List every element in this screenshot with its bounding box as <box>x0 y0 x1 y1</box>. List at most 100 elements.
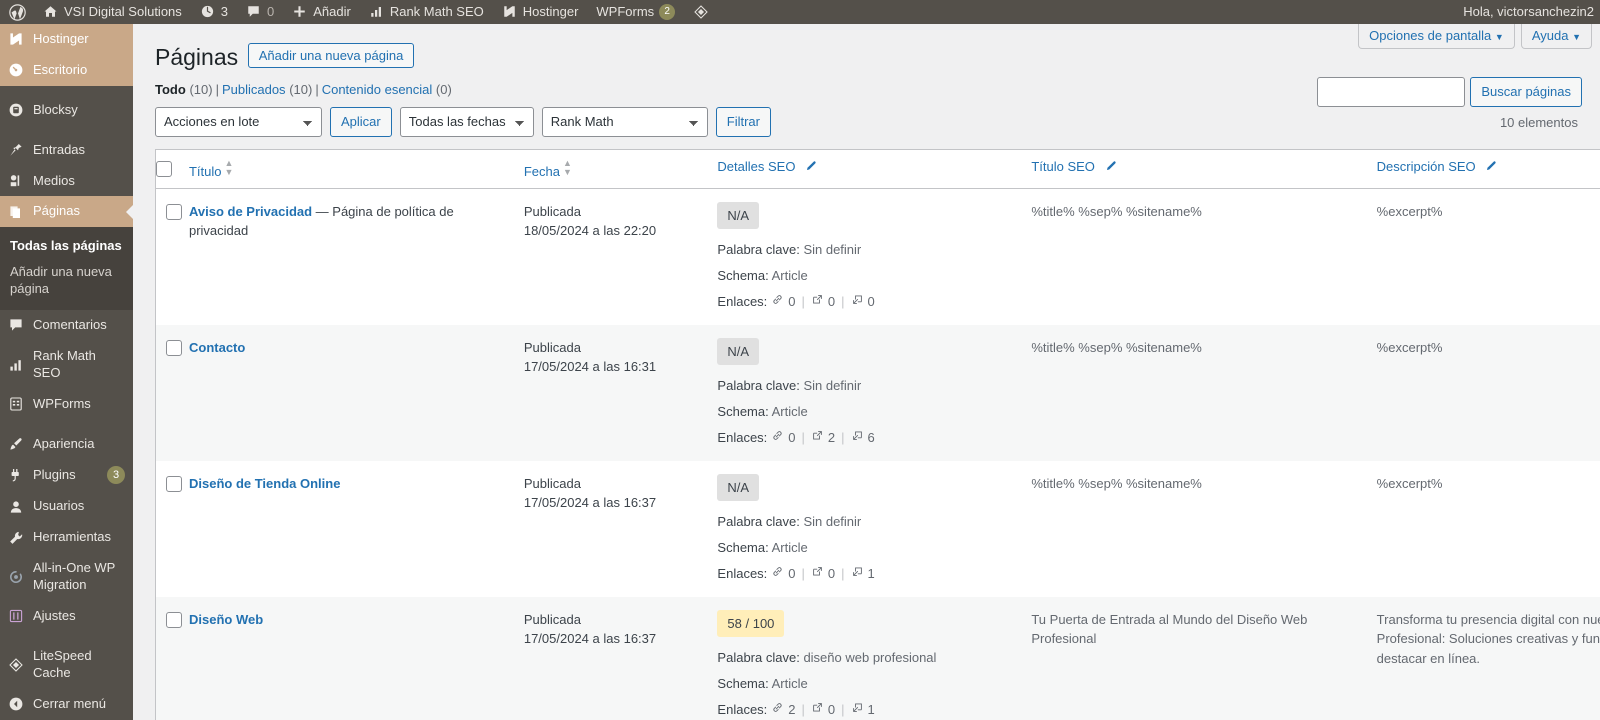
incoming-links-count: 1 <box>867 566 875 582</box>
page-title-link[interactable]: Diseño de Tienda Online <box>189 476 340 491</box>
menu-separator <box>0 126 133 135</box>
sidebar-item-cerrar-menu[interactable]: Cerrar menú <box>0 689 133 720</box>
add-new-page-button[interactable]: Añadir una nueva página <box>247 43 415 68</box>
row-checkbox[interactable] <box>166 203 182 220</box>
external-links-count: 0 <box>827 294 836 310</box>
new-content-menu[interactable]: Añadir <box>283 0 360 24</box>
sidebar-subitem-todas-las-paginas[interactable]: Todas las páginas <box>0 233 133 259</box>
page-title-link[interactable]: Aviso de Privacidad <box>189 204 312 219</box>
sidebar-item-wpforms[interactable]: WPForms <box>0 389 133 420</box>
my-account-menu[interactable]: Hola, victorsanchezin2 <box>1454 0 1600 24</box>
pencil-icon[interactable] <box>1104 160 1117 176</box>
sidebar-item-label: Herramientas <box>33 529 112 545</box>
updates-menu[interactable]: 3 <box>191 0 237 24</box>
help-button[interactable]: Ayuda ▼ <box>1520 24 1592 49</box>
row-checkbox[interactable] <box>166 339 182 356</box>
sidebar-item-hostinger[interactable]: Hostinger <box>0 24 133 55</box>
bulk-actions-select[interactable]: Acciones en lote <box>155 106 322 137</box>
sidebar-item-label: LiteSpeed Cache <box>33 647 92 680</box>
seo-score-badge: 58 / 100 <box>717 609 785 638</box>
wpforms-label: WPForms <box>596 4 655 19</box>
screen-options-button[interactable]: Opciones de pantalla ▼ <box>1358 24 1515 49</box>
wpforms-menu[interactable]: WPForms 2 <box>587 0 684 24</box>
table-row: Aviso de Privacidad — Página de política… <box>155 188 1600 325</box>
sidebar-item-litespeed-cache[interactable]: LiteSpeed Cache <box>0 641 133 689</box>
apply-button[interactable]: Aplicar <box>330 106 392 137</box>
sidebar-item-medios[interactable]: Medios <box>0 166 133 197</box>
sidebar-item-usuarios[interactable]: Usuarios <box>0 491 133 522</box>
sidebar-item-label: Comentarios <box>33 316 107 332</box>
sidebar-item-escritorio[interactable]: Escritorio <box>0 54 133 86</box>
view-publicados[interactable]: Publicados (10) <box>222 82 312 97</box>
chain-link-icon <box>771 700 784 720</box>
seo-score-badge: N/A <box>717 201 760 230</box>
row-seo-title-cell: %title% %sep% %sitename% <box>1031 460 1377 597</box>
pencil-icon[interactable] <box>1484 160 1497 176</box>
wpforms-icon <box>8 396 24 412</box>
sidebar-item-label: Plugins <box>33 466 76 482</box>
view-todo[interactable]: Todo (10) <box>155 82 213 97</box>
plus-icon <box>292 4 308 20</box>
sidebar-item-paginas[interactable]: Páginas <box>0 196 133 228</box>
incoming-link-icon <box>851 700 864 720</box>
sidebar-item-comentarios[interactable]: Comentarios <box>0 310 133 341</box>
sidebar-subitem-anadir-nueva-pagina[interactable]: Añadir una nueva página <box>0 259 133 302</box>
sort-indicator-icon[interactable]: ▲ ▼ <box>225 158 234 177</box>
column-label: Fecha <box>523 163 560 179</box>
row-seo-details-cell: N/A Palabra clave: Sin definir Schema: A… <box>717 324 1032 461</box>
sidebar-item-blocksy[interactable]: Blocksy <box>0 95 133 126</box>
external-links-count: 0 <box>827 702 836 718</box>
sidebar-item-rank-math-seo[interactable]: Rank Math SEO <box>0 341 133 389</box>
links-separator: | <box>841 430 845 446</box>
row-checkbox[interactable] <box>166 475 182 492</box>
column-header-date[interactable]: Fecha▲ ▼ <box>523 149 718 189</box>
column-label: Detalles SEO <box>717 158 796 174</box>
view-contenido-esencial[interactable]: Contenido esencial (0) <box>322 82 452 97</box>
keyword-value: diseño web profesional <box>803 650 937 666</box>
keyword-label: Palabra clave: <box>717 650 800 666</box>
search-input[interactable] <box>1317 76 1466 107</box>
menu-separator <box>0 420 133 429</box>
pencil-icon[interactable] <box>804 160 817 176</box>
filter-button[interactable]: Filtrar <box>715 106 771 137</box>
view-label[interactable]: Contenido esencial <box>322 82 433 97</box>
table-header-row: Título▲ ▼ Fecha▲ ▼ Detalles SEO Título SEO <box>155 149 1600 189</box>
collapse-arrow-icon <box>8 696 24 712</box>
sidebar-item-entradas[interactable]: Entradas <box>0 135 133 166</box>
row-seo-title-cell: Tu Puerta de Entrada al Mundo del Diseño… <box>1031 596 1377 720</box>
sidebar-item-label: Ajustes <box>33 608 76 623</box>
column-header-title[interactable]: Título▲ ▼ <box>188 149 524 189</box>
external-link-icon <box>811 428 824 448</box>
view-label[interactable]: Publicados <box>222 82 286 97</box>
hostinger-menu[interactable]: Hostinger <box>493 0 588 24</box>
seo-filter-select[interactable]: Rank Math <box>541 106 708 137</box>
sidebar-item-ajustes[interactable]: Ajustes <box>0 601 133 632</box>
hostinger-icon <box>502 4 518 20</box>
table-row: Diseño Web Publicada 17/05/2024 a las 16… <box>155 596 1600 720</box>
sidebar-item-herramientas[interactable]: Herramientas <box>0 522 133 553</box>
row-seo-description-cell: %excerpt% <box>1376 188 1600 325</box>
schema-label: Schema: <box>717 403 769 419</box>
select-all-checkbox[interactable] <box>156 160 172 177</box>
select-all-header <box>155 149 189 189</box>
schema-value: Article <box>771 675 808 691</box>
site-name-menu[interactable]: VSI Digital Solutions <box>34 0 191 24</box>
row-checkbox[interactable] <box>166 611 182 628</box>
incoming-link-icon <box>851 292 864 312</box>
internal-links-count: 0 <box>788 430 796 446</box>
sort-indicator-icon[interactable]: ▲ ▼ <box>563 158 572 177</box>
sidebar-item-plugins[interactable]: Plugins 3 <box>0 459 133 491</box>
rank-math-menu[interactable]: Rank Math SEO <box>360 0 493 24</box>
page-title-link[interactable]: Diseño Web <box>189 612 263 627</box>
sidebar-item-apariencia[interactable]: Apariencia <box>0 429 133 460</box>
search-pages-button[interactable]: Buscar páginas <box>1470 76 1582 107</box>
page-title-link[interactable]: Contacto <box>189 340 245 355</box>
rank-math-icon <box>8 357 24 373</box>
links-separator: | <box>801 430 805 446</box>
wp-logo-menu[interactable] <box>0 0 34 24</box>
sidebar-item-all-in-one-wp-migration[interactable]: All-in-One WP Migration <box>0 553 133 601</box>
litespeed-menu[interactable] <box>684 0 718 24</box>
comments-menu[interactable]: 0 <box>237 0 283 24</box>
comment-bubble-icon <box>8 317 24 333</box>
date-filter-select[interactable]: Todas las fechas <box>399 106 534 137</box>
